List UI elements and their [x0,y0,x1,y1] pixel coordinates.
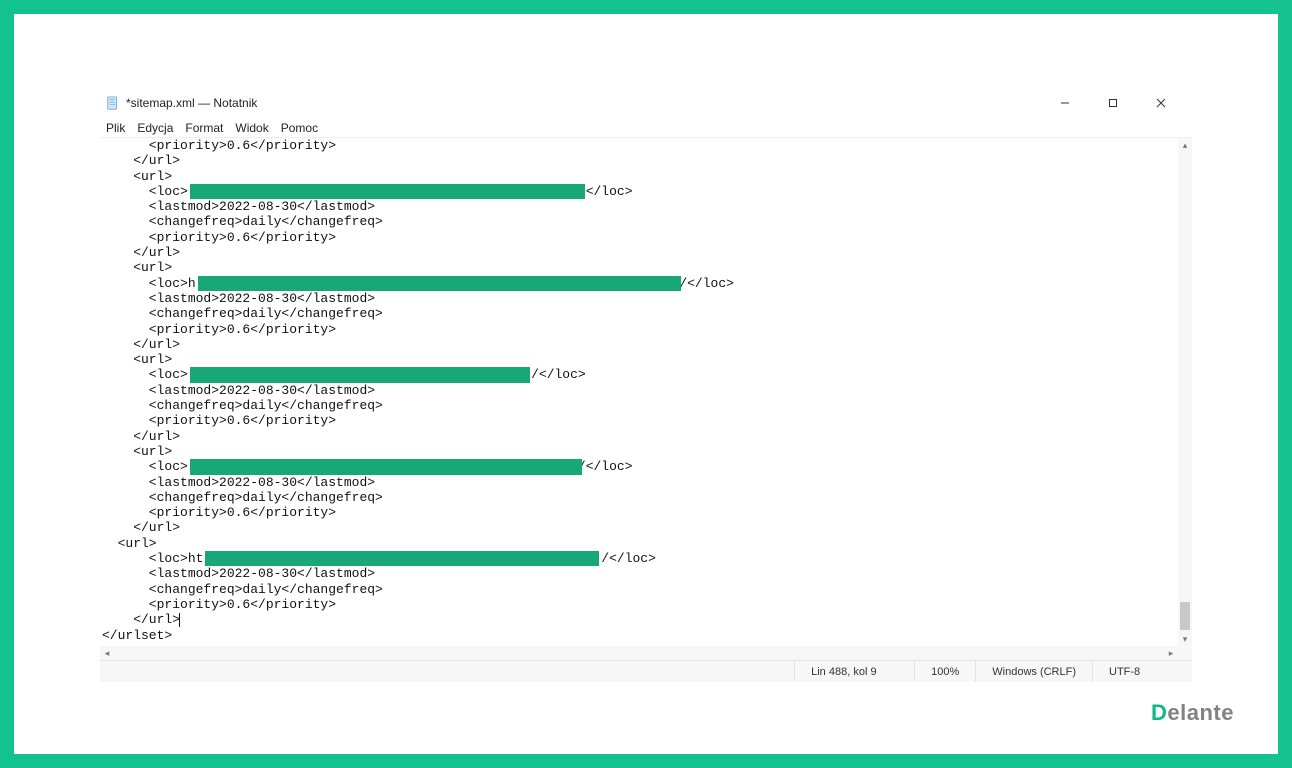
status-line-ending: Windows (CRLF) [975,661,1092,682]
maximize-button[interactable] [1098,92,1128,114]
editor-line: </url> [102,337,1178,352]
editor-line: <loc> /</loc> [102,367,1178,382]
page-background: *sitemap.xml — Notatnik [36,36,1256,732]
window-controls [1050,92,1186,114]
minimize-button[interactable] [1050,92,1080,114]
editor-line: <url> [102,536,1178,551]
scroll-up-icon[interactable]: ▴ [1178,138,1192,152]
editor-line: </url> [102,245,1178,260]
editor-line: <changefreq>daily</changefreq> [102,214,1178,229]
menubar: Plik Edycja Format Widok Pomoc [100,118,1192,138]
notepad-icon [106,96,120,110]
menu-help[interactable]: Pomoc [281,121,318,135]
editor-line: <changefreq>daily</changefreq> [102,306,1178,321]
notepad-window: *sitemap.xml — Notatnik [100,88,1192,682]
editor-line: <url> [102,260,1178,275]
editor-line: <lastmod>2022-08-30</lastmod> [102,383,1178,398]
redaction-bar [190,459,582,474]
editor-line: <loc> /</loc> [102,459,1178,474]
outer-frame: *sitemap.xml — Notatnik [0,0,1292,768]
menu-edit[interactable]: Edycja [137,121,173,135]
scroll-left-icon[interactable]: ◂ [100,646,114,660]
editor-line: <lastmod>2022-08-30</lastmod> [102,199,1178,214]
editor-line: </url> [102,612,1178,627]
editor-line: <url> [102,444,1178,459]
scroll-corner [1178,646,1192,660]
editor-line: <priority>0.6</priority> [102,413,1178,428]
editor-line: <priority>0.6</priority> [102,597,1178,612]
brand-first-letter: D [1151,700,1167,725]
redaction-bar [190,184,585,199]
menu-format[interactable]: Format [185,121,223,135]
editor-line: <priority>0.6</priority> [102,230,1178,245]
editor-line: <url> [102,169,1178,184]
status-position: Lin 488, kol 9 [794,661,914,682]
vertical-scrollbar[interactable]: ▴ ▾ [1178,138,1192,646]
editor-line: </url> [102,429,1178,444]
brand-rest: elante [1167,700,1234,725]
editor-line: <changefreq>daily</changefreq> [102,398,1178,413]
text-editor[interactable]: <priority>0.6</priority> </url> <url> <l… [100,138,1178,646]
redaction-bar [198,276,681,291]
editor-line: <changefreq>daily</changefreq> [102,490,1178,505]
text-cursor [179,613,180,627]
status-zoom: 100% [914,661,975,682]
editor-line: </urlset> [102,628,1178,643]
editor-line: <loc>h /</loc> [102,276,1178,291]
menu-view[interactable]: Widok [235,121,268,135]
editor-line: <lastmod>2022-08-30</lastmod> [102,475,1178,490]
editor-line: <loc>ht /</loc> [102,551,1178,566]
brand-logo: Delante [1151,700,1234,726]
redaction-bar [190,367,530,382]
editor-line: <priority>0.6</priority> [102,138,1178,153]
editor-line: </url> [102,153,1178,168]
scroll-right-icon[interactable]: ▸ [1164,646,1178,660]
menu-file[interactable]: Plik [106,121,125,135]
editor-line: <priority>0.6</priority> [102,322,1178,337]
editor-line: <changefreq>daily</changefreq> [102,582,1178,597]
editor-line: <loc> </loc> [102,184,1178,199]
close-button[interactable] [1146,92,1176,114]
window-title: *sitemap.xml — Notatnik [126,96,257,110]
scroll-down-icon[interactable]: ▾ [1178,632,1192,646]
editor-line: <url> [102,352,1178,367]
editor-line: </url> [102,520,1178,535]
editor-line: <lastmod>2022-08-30</lastmod> [102,291,1178,306]
editor-area: <priority>0.6</priority> </url> <url> <l… [100,138,1192,660]
statusbar: Lin 488, kol 9 100% Windows (CRLF) UTF-8 [100,660,1192,682]
redaction-bar [205,551,599,566]
vscroll-thumb[interactable] [1180,602,1190,630]
editor-line: <lastmod>2022-08-30</lastmod> [102,566,1178,581]
horizontal-scrollbar[interactable]: ◂ ▸ [100,646,1178,660]
titlebar: *sitemap.xml — Notatnik [100,88,1192,118]
status-encoding: UTF-8 [1092,661,1192,682]
editor-line: <priority>0.6</priority> [102,505,1178,520]
